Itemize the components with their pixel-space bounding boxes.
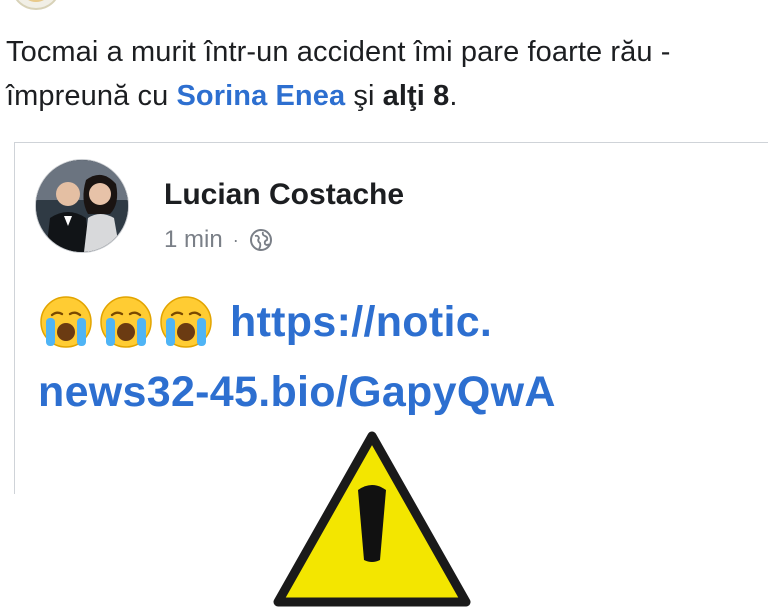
author-avatar[interactable]	[36, 160, 128, 252]
globe-icon	[249, 228, 273, 252]
poster-avatar[interactable]	[12, 0, 60, 10]
author-photo	[36, 160, 128, 252]
suspicious-link-part-2[interactable]: news32-45.bio/GapyQwA	[38, 368, 556, 417]
tagged-others-link[interactable]: alţi 8	[383, 80, 450, 112]
tagged-person-link[interactable]: Sorina Enea	[176, 80, 345, 112]
post-time[interactable]: 1 min	[164, 226, 223, 254]
author-name[interactable]: Lucian Costache	[164, 178, 404, 212]
post-text-end: .	[449, 80, 458, 112]
crying-face-icon	[98, 294, 154, 350]
shared-post-body-line-1: https://notic.	[38, 294, 492, 350]
post-text: Tocmai a murit într-un accident îmi pare…	[6, 30, 766, 118]
crying-face-icon	[158, 294, 214, 350]
warning-triangle-icon	[272, 430, 472, 610]
meta-separator: ·	[232, 229, 239, 250]
post-text-connector: şi	[345, 80, 383, 112]
suspicious-link-part-1[interactable]: https://notic.	[230, 298, 492, 347]
crying-face-icon	[38, 294, 94, 350]
post-meta: 1 min ·	[164, 226, 273, 254]
